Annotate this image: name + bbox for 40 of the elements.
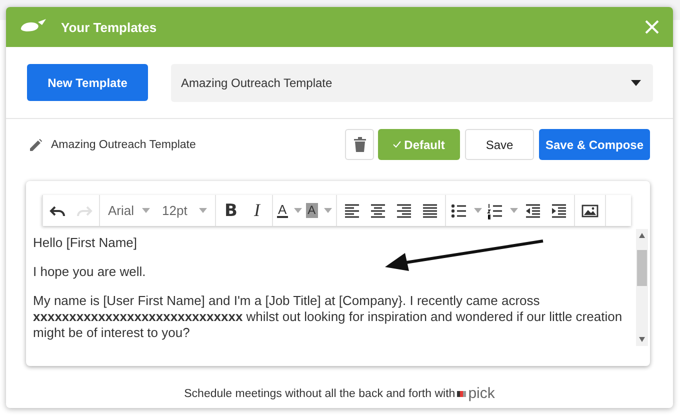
numbered-list-icon (486, 202, 504, 220)
logo-icon (457, 390, 466, 398)
align-center-icon (368, 202, 387, 220)
scroll-down-icon[interactable] (639, 337, 645, 342)
save-button[interactable]: Save (465, 129, 534, 160)
caret-icon (510, 208, 518, 213)
footer-text: Schedule meetings without all the back and forth with (184, 388, 456, 400)
caret-icon (324, 208, 332, 213)
text-color-button[interactable]: A (277, 200, 302, 222)
template-name: Amazing Outreach Template (51, 138, 196, 150)
bulleted-list-icon (450, 202, 468, 220)
pick-link[interactable]: pick (457, 385, 495, 402)
template-dropdown[interactable]: Amazing Outreach Template (171, 64, 653, 102)
check-icon (393, 141, 402, 148)
font-size-dropdown[interactable]: 12pt (158, 200, 211, 222)
scrollbar[interactable] (636, 229, 648, 346)
highlight-color-button[interactable]: A (306, 200, 332, 222)
outdent-icon (524, 202, 542, 220)
save-and-compose-button[interactable]: Save & Compose (539, 129, 650, 160)
new-template-button[interactable]: New Template (27, 64, 148, 101)
indent-icon (550, 202, 568, 220)
trash-icon (354, 137, 366, 152)
caret-icon (142, 208, 150, 213)
message-paragraph: My name is [User First Name] and I'm a [Job Title] at [Company}. I recently came across xxxxxxxxxxxxxxxxxxxxxxxxxxxxx whilst out looking for inspiration and wondered if our little creation might be of interest to you? (33, 293, 624, 341)
caret-icon (631, 80, 641, 86)
bold-button[interactable]: B (220, 200, 242, 222)
font-dropdown[interactable]: Arial (104, 200, 154, 222)
scroll-up-icon[interactable] (639, 233, 645, 238)
caret-icon (199, 208, 207, 213)
message-paragraph: I hope you are well. (33, 264, 147, 280)
message-paragraph: Hello [First Name] (33, 235, 138, 251)
dialog-title: Your Templates (61, 20, 158, 34)
justify-icon (420, 202, 439, 220)
caret-icon (294, 208, 302, 213)
align-left-icon (342, 202, 361, 220)
delete-button[interactable] (345, 129, 374, 160)
align-right-icon (394, 202, 413, 220)
pencil-icon (30, 138, 42, 150)
caret-icon (474, 208, 482, 213)
italic-button[interactable]: I (246, 200, 268, 222)
